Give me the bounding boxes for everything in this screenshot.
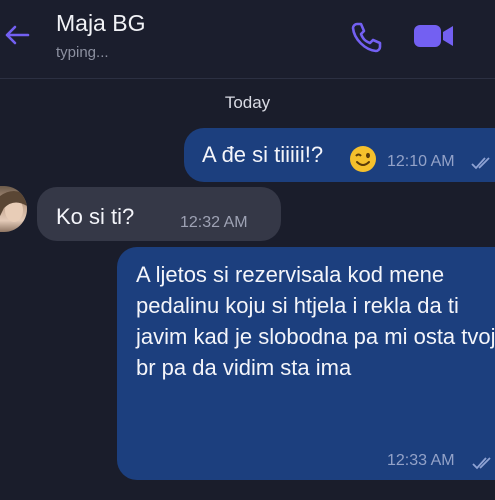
message-text: A ljetos si rezervisala kod mene pedalin…	[136, 262, 495, 380]
read-checkmarks-icon	[472, 457, 491, 470]
date-separator: Today	[224, 93, 271, 112]
message-text: A đe si tiiiii!?	[202, 142, 324, 167]
outgoing-message[interactable]: A đe si tiiiii!? 12:10 AM	[184, 128, 495, 182]
chat-header: Maja BG typing...	[0, 0, 495, 79]
back-arrow-icon[interactable]	[2, 20, 32, 50]
winking-face-icon	[350, 146, 376, 172]
read-checkmarks-icon	[471, 157, 490, 170]
contact-avatar[interactable]	[0, 186, 27, 232]
contact-name[interactable]: Maja BG	[56, 10, 145, 37]
typing-status: typing...	[56, 44, 109, 61]
message-time: 12:10 AM	[387, 153, 455, 170]
message-time: 12:33 AM	[387, 452, 455, 469]
message-text: Ko si ti?	[56, 204, 135, 229]
message-time: 12:32 AM	[180, 214, 248, 231]
outgoing-message[interactable]: A ljetos si rezervisala kod mene pedalin…	[117, 247, 495, 480]
incoming-message[interactable]: Ko si ti? 12:32 AM	[37, 187, 281, 241]
video-call-icon[interactable]	[411, 21, 457, 51]
phone-call-icon[interactable]	[350, 20, 384, 54]
